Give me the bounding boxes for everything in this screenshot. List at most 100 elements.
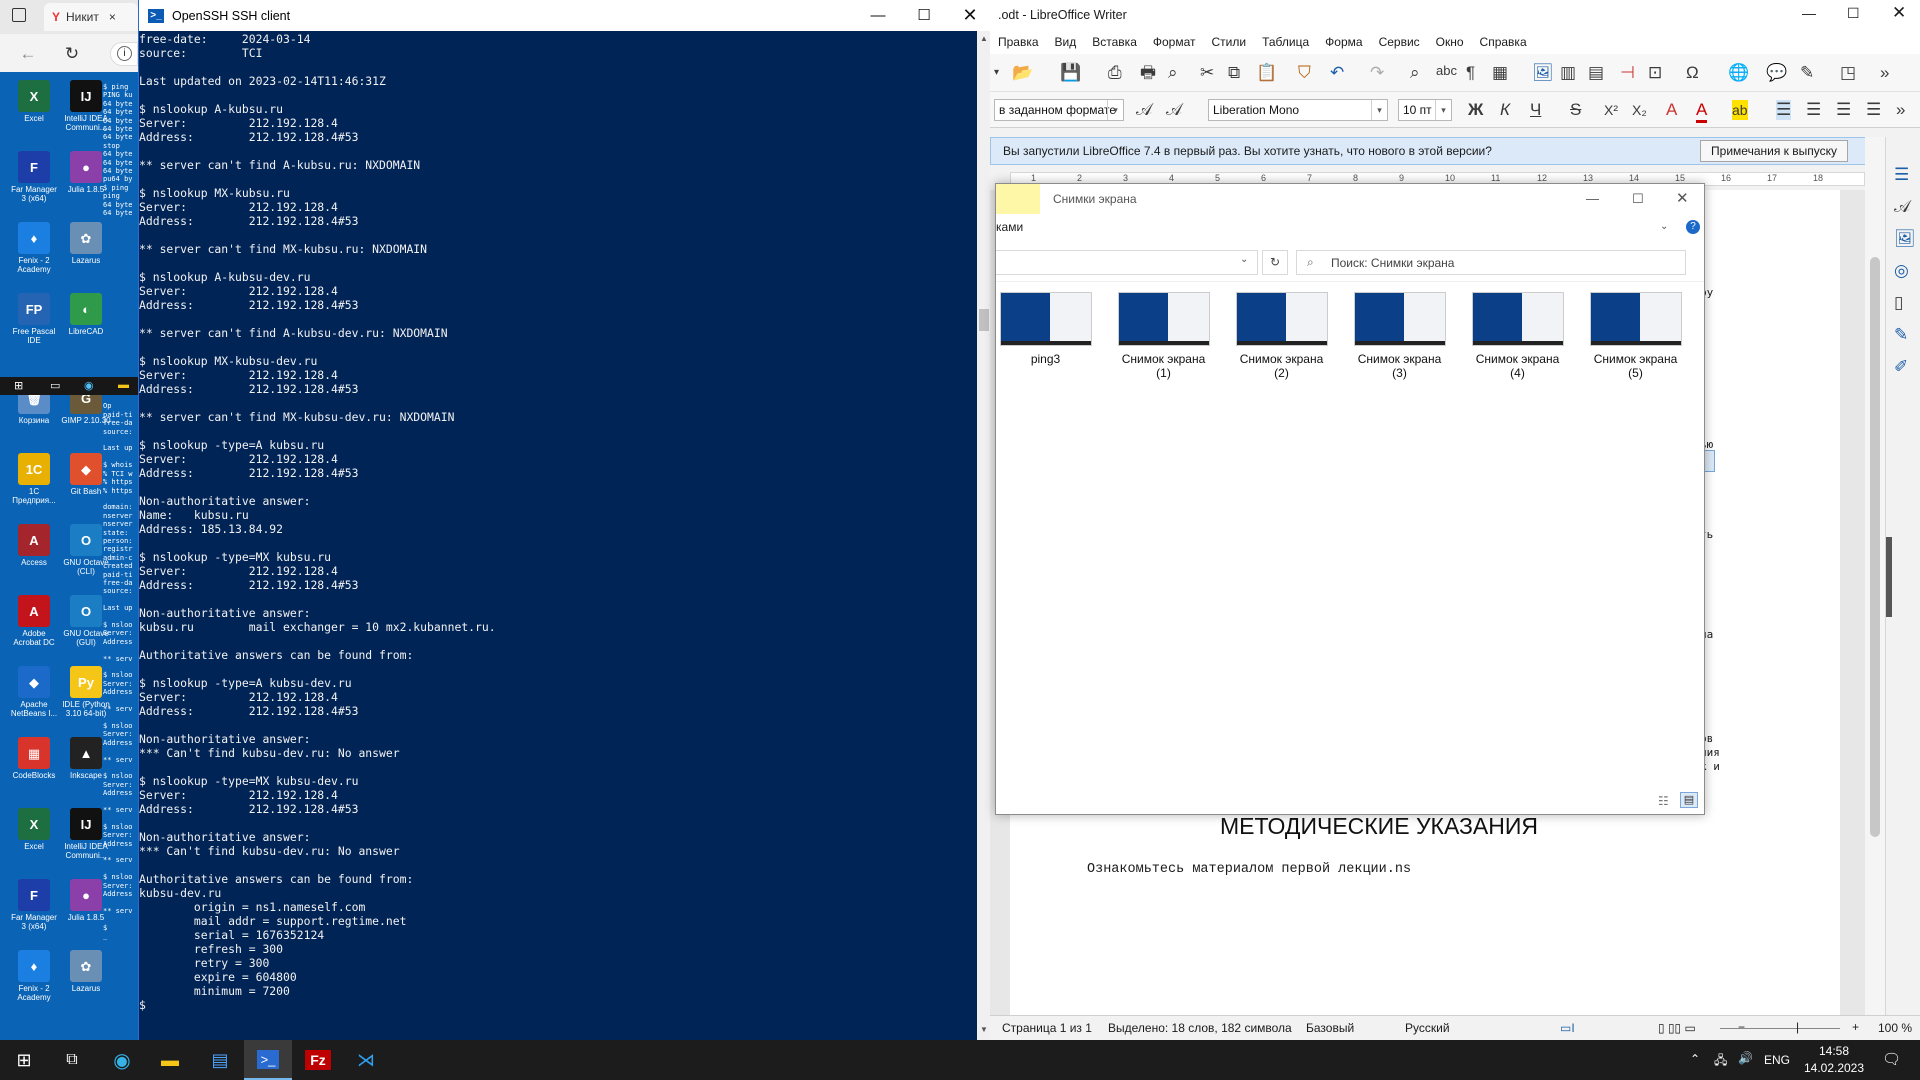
dropdown-icon[interactable]: ▾ xyxy=(994,63,999,83)
manage-changes-icon[interactable]: ✐ xyxy=(1894,357,1908,377)
large-icons-view-icon[interactable]: ▤ xyxy=(1680,792,1698,808)
align-left-icon[interactable]: ☰ xyxy=(1776,100,1792,120)
open-icon[interactable]: 📂 xyxy=(1012,63,1033,83)
insert-chart-icon[interactable]: ▥ xyxy=(1560,63,1576,83)
copy-icon[interactable]: ⧉ xyxy=(1228,63,1240,83)
status-page[interactable]: Страница 1 из 1 xyxy=(1002,1016,1092,1040)
tray-overflow-icon[interactable]: ⌃ xyxy=(1690,1052,1700,1066)
underline-button[interactable]: Ч xyxy=(1530,100,1541,120)
desktop-shortcut[interactable]: A Adobe Acrobat DC xyxy=(8,595,60,647)
sidebar-handle[interactable] xyxy=(1886,537,1892,617)
close-button[interactable]: ✕ xyxy=(947,0,993,31)
tab-close-icon[interactable]: × xyxy=(109,10,116,24)
font-name-select[interactable]: Liberation Mono ▾ xyxy=(1208,99,1388,121)
network-icon[interactable]: 🖧 xyxy=(1714,1051,1727,1072)
more-icon[interactable]: » xyxy=(1896,100,1905,120)
details-view-icon[interactable]: ☷ xyxy=(1658,794,1669,808)
start-button[interactable]: ⊞ xyxy=(0,1040,48,1080)
zoom-in-icon[interactable]: + xyxy=(1852,1015,1859,1039)
minimize-button[interactable]: — xyxy=(855,0,901,31)
close-button[interactable]: ✕ xyxy=(1892,3,1906,23)
align-center-icon[interactable]: ☰ xyxy=(1806,100,1821,120)
volume-icon[interactable]: 🔊 xyxy=(1738,1051,1753,1065)
insert-image-icon[interactable]: 🖼 xyxy=(1532,63,1554,83)
text-box-icon[interactable]: ▤ xyxy=(1588,63,1604,83)
style-inspector-icon[interactable]: ✎ xyxy=(1894,325,1908,345)
file-item[interactable]: Снимок экрана (1) xyxy=(1116,292,1211,380)
browser-tab[interactable]: Y Никит × xyxy=(44,3,138,31)
paste-icon[interactable]: 📋 xyxy=(1256,63,1277,83)
font-color-icon[interactable]: A xyxy=(1696,100,1708,123)
terminal-button[interactable]: >_ xyxy=(244,1040,292,1080)
explorer-window[interactable]: Снимки экрана — ☐ ✕ ками ⌄ ? ⌄ ↻ ⌕ Поиск… xyxy=(995,183,1705,815)
insert-field-icon[interactable]: ⊡ xyxy=(1648,63,1662,83)
print-icon[interactable]: 🖶 xyxy=(1140,63,1156,83)
desktop-shortcut[interactable]: ♦ Fenix - 2 Academy xyxy=(8,950,60,1002)
desktop-shortcut[interactable]: ♦ Fenix - 2 Academy xyxy=(8,222,60,274)
menu-item[interactable]: Справка xyxy=(1472,35,1535,49)
italic-button[interactable]: К xyxy=(1500,100,1510,120)
formatting-marks-icon[interactable]: ¶ xyxy=(1466,63,1475,83)
special-character-icon[interactable]: Ω xyxy=(1686,63,1699,83)
scroll-thumb[interactable] xyxy=(1870,257,1880,837)
insert-mode-icon[interactable]: ▭I xyxy=(1560,1016,1575,1040)
insert-table-icon[interactable]: ▦ xyxy=(1492,63,1508,83)
terminal-titlebar[interactable]: >_ OpenSSH SSH client — ☐ ✕ xyxy=(139,0,991,31)
clock-time[interactable]: 14:58 xyxy=(1802,1044,1866,1058)
more-icon[interactable]: » xyxy=(1880,63,1889,83)
desktop-shortcut[interactable]: ▦ CodeBlocks xyxy=(8,737,60,780)
font-size-select[interactable]: 10 пт ▾ xyxy=(1398,99,1452,121)
save-icon[interactable]: 💾 xyxy=(1060,63,1081,83)
status-selection[interactable]: Выделено: 18 слов, 182 символа xyxy=(1108,1016,1292,1040)
vscode-button[interactable]: ⋊ xyxy=(342,1040,390,1080)
scroll-down-icon[interactable]: ▼ xyxy=(980,1025,988,1034)
strikethrough-button[interactable]: S xyxy=(1570,100,1581,120)
task-view-button[interactable]: ⧉ xyxy=(48,1040,96,1080)
writer-titlebar[interactable]: .odt - LibreOffice Writer — ☐ ✕ xyxy=(990,0,1920,30)
scroll-thumb[interactable] xyxy=(979,309,989,331)
menu-item[interactable]: Стили xyxy=(1204,35,1255,49)
terminal-window[interactable]: >_ OpenSSH SSH client — ☐ ✕ free-date: 2… xyxy=(138,0,991,1040)
clear-formatting-icon[interactable]: A xyxy=(1666,100,1677,120)
status-zoom[interactable]: 100 % xyxy=(1878,1016,1912,1040)
terminal-output[interactable]: free-date: 2024-03-14 source: TCI Last upd… xyxy=(139,31,977,1040)
draw-icon[interactable]: ◳ xyxy=(1840,63,1856,83)
desktop-shortcut[interactable]: X Excel xyxy=(8,808,60,851)
justify-icon[interactable]: ☰ xyxy=(1866,100,1881,120)
minimize-button[interactable]: — xyxy=(1802,5,1816,21)
filezilla-button[interactable]: Fz xyxy=(294,1040,342,1080)
menu-item[interactable]: Сервис xyxy=(1371,35,1428,49)
view-layout-icons[interactable]: ▯ ▯▯ ▭ xyxy=(1658,1016,1696,1040)
paragraph-style-select[interactable]: в заданном формате ▾ xyxy=(994,99,1124,121)
edge-button[interactable]: ◉ xyxy=(98,1040,146,1080)
zoom-handle-icon[interactable]: | xyxy=(1796,1015,1799,1039)
cut-icon[interactable]: ✂ xyxy=(1200,63,1214,83)
status-style[interactable]: Базовый xyxy=(1306,1016,1354,1040)
zoom-out-icon[interactable]: − xyxy=(1738,1015,1745,1039)
menu-item[interactable]: Форма xyxy=(1317,35,1370,49)
comment-icon[interactable]: 💬 xyxy=(1766,63,1787,83)
file-item[interactable]: Снимок экрана (4) xyxy=(1470,292,1565,380)
desktop-shortcut[interactable]: FP Free Pascal IDE xyxy=(8,293,60,345)
page-icon[interactable]: ▯ xyxy=(1894,293,1903,313)
menu-item[interactable]: Вид xyxy=(1047,35,1085,49)
terminal-scrollbar[interactable]: ▲ ▼ xyxy=(977,31,991,1040)
track-changes-icon[interactable]: ✎ xyxy=(1800,63,1814,83)
explorer-button[interactable]: ▬ xyxy=(146,1040,194,1080)
properties-icon[interactable]: ☰ xyxy=(1894,165,1909,185)
desktop-shortcut[interactable]: 1С 1С Предприя... xyxy=(8,453,60,505)
menu-item[interactable]: Правка xyxy=(990,35,1047,49)
clone-formatting-icon[interactable]: ⛉ xyxy=(1298,63,1311,83)
writer-button[interactable]: ▤ xyxy=(196,1040,244,1080)
export-pdf-icon[interactable]: ⎙ xyxy=(1108,63,1122,83)
spelling-icon[interactable]: abc xyxy=(1436,61,1457,81)
styles-icon[interactable]: 𝒜 xyxy=(1894,197,1910,217)
navigator-icon[interactable]: ◎ xyxy=(1894,261,1909,281)
back-icon[interactable]: ← xyxy=(16,42,40,66)
language-indicator[interactable]: ENG xyxy=(1764,1053,1790,1067)
page-break-icon[interactable]: ⊣ xyxy=(1620,63,1635,83)
menu-item[interactable]: Формат xyxy=(1145,35,1204,49)
release-notes-button[interactable]: Примечания к выпуску xyxy=(1700,140,1848,162)
find-replace-icon[interactable]: ⌕ xyxy=(1410,63,1420,83)
superscript-icon[interactable]: X² xyxy=(1604,100,1618,120)
